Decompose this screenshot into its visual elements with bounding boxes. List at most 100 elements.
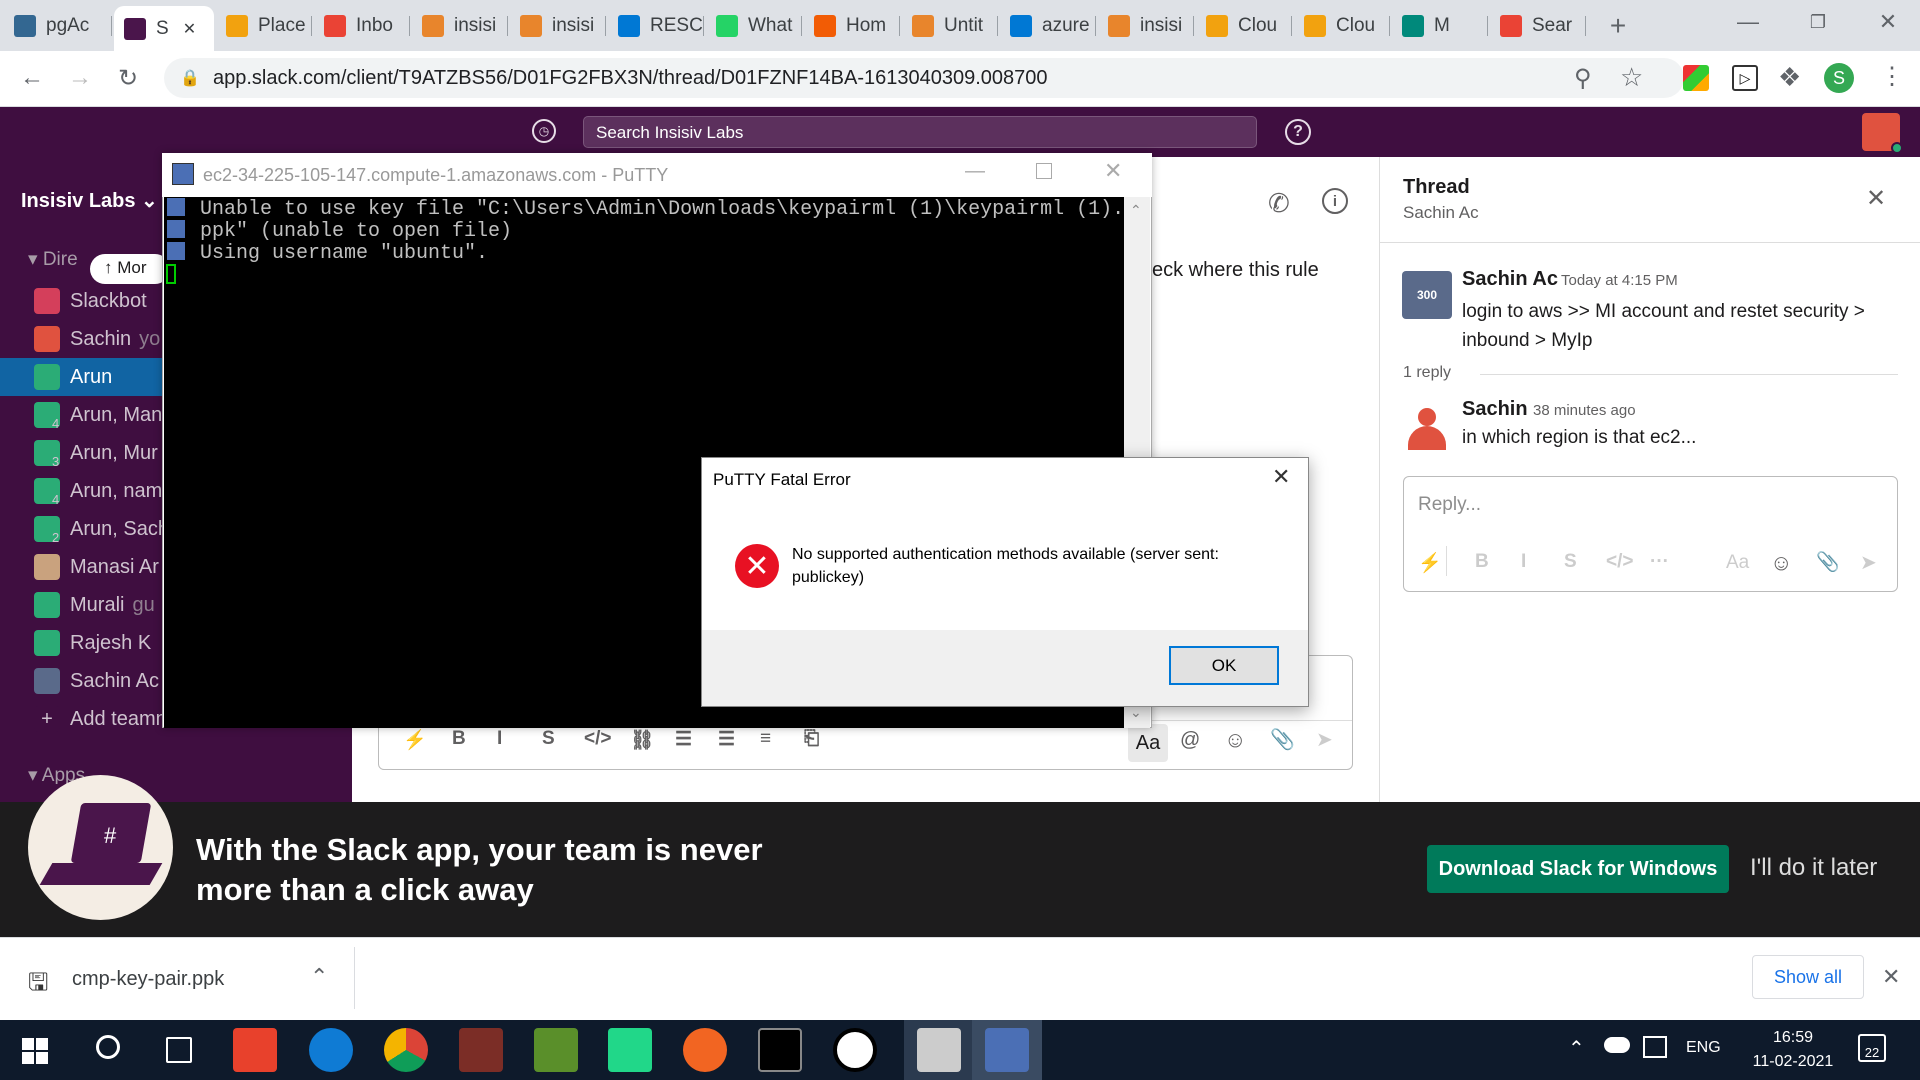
notification-center-icon[interactable]: 22 — [1858, 1034, 1886, 1062]
info-icon[interactable]: i — [1322, 188, 1348, 214]
tab-9[interactable]: Hom — [804, 6, 900, 46]
tab-12[interactable]: insisi — [1098, 6, 1194, 46]
tab-5[interactable]: insisi — [412, 6, 508, 46]
reply-bold-icon[interactable]: B — [1475, 551, 1489, 573]
network-icon[interactable] — [1643, 1036, 1667, 1058]
winrar-icon[interactable] — [459, 1028, 503, 1072]
putty-minimize-button[interactable]: — — [965, 160, 985, 183]
ok-button[interactable]: OK — [1169, 646, 1279, 685]
extension-play-icon[interactable]: ▷ — [1732, 65, 1758, 91]
tab-14[interactable]: Clou — [1294, 6, 1390, 46]
reply-strikethrough-icon[interactable]: S — [1564, 551, 1577, 573]
back-icon[interactable]: ← — [16, 62, 48, 94]
new-tab-button[interactable]: + — [1600, 10, 1636, 42]
close-thread-icon[interactable]: ✕ — [1866, 184, 1886, 213]
reply-italic-icon[interactable]: I — [1521, 551, 1526, 573]
extensions-puzzle-icon[interactable]: ❖ — [1778, 62, 1801, 93]
close-tab-icon[interactable]: ✕ — [183, 19, 196, 39]
reply-shortcuts-icon[interactable]: ⚡ — [1418, 551, 1442, 575]
tab-10[interactable]: Untit — [902, 6, 998, 46]
tab-11[interactable]: azure — [1000, 6, 1096, 46]
formatting-toggle-button[interactable]: Aa — [1128, 724, 1168, 762]
forward-icon[interactable]: → — [64, 62, 96, 94]
putty-app-icon[interactable] — [172, 163, 194, 185]
dialog-close-button[interactable]: ✕ — [1272, 464, 1290, 490]
download-filename[interactable]: cmp-key-pair.ppk — [72, 968, 224, 991]
putty-taskbar-icon[interactable] — [985, 1028, 1029, 1072]
italic-icon[interactable]: I — [497, 728, 502, 750]
tab-7[interactable]: RESC — [608, 6, 704, 46]
code-block-icon[interactable]: ⎗ — [804, 728, 819, 750]
dismiss-banner-button[interactable]: I'll do it later — [1750, 854, 1877, 882]
profile-avatar[interactable]: S — [1824, 63, 1854, 93]
history-clock-icon[interactable]: ◷ — [532, 119, 556, 143]
bulleted-list-icon[interactable]: ☰ — [718, 728, 735, 751]
tab-6[interactable]: insisi — [510, 6, 606, 46]
putty-close-button[interactable]: ✕ — [1104, 158, 1122, 184]
bold-icon[interactable]: B — [452, 728, 466, 750]
help-icon[interactable]: ? — [1285, 119, 1311, 145]
notepad-plus-icon[interactable] — [534, 1028, 578, 1072]
bookmark-star-icon[interactable]: ☆ — [1620, 62, 1643, 93]
reply-formatting-button[interactable]: Aa — [1726, 552, 1749, 574]
tab-16[interactable]: Sear — [1490, 6, 1586, 46]
close-download-shelf-icon[interactable]: ✕ — [1882, 964, 1900, 990]
section-direct-messages[interactable]: ▾ Dire — [28, 248, 78, 271]
edge-icon[interactable] — [309, 1028, 353, 1072]
menu-kebab-icon[interactable]: ⋮ — [1880, 62, 1904, 91]
message-time[interactable]: Today at 4:15 PM — [1561, 272, 1678, 289]
download-chevron-up-icon[interactable]: ⌃ — [310, 964, 328, 990]
emoji-icon[interactable]: ☺ — [1224, 727, 1246, 753]
tab-8[interactable]: What — [706, 6, 802, 46]
tab-2[interactable]: S ✕ — [114, 6, 214, 51]
onedrive-cloud-icon[interactable] — [1604, 1037, 1630, 1053]
reply-attach-icon[interactable]: 📎 — [1816, 550, 1840, 574]
reload-icon[interactable]: ↻ — [112, 62, 144, 94]
clapper-app-icon[interactable] — [917, 1028, 961, 1072]
scroll-up-arrow-icon[interactable]: ⌃ — [1130, 202, 1142, 219]
more-unreads-button[interactable]: ↑ Mor — [90, 254, 170, 284]
tab-3[interactable]: Place — [216, 6, 312, 46]
send-icon[interactable]: ➤ — [1316, 727, 1333, 752]
mention-icon[interactable]: @ — [1180, 729, 1200, 752]
reply-send-icon[interactable]: ➤ — [1860, 550, 1877, 575]
putty-maximize-button[interactable] — [1036, 163, 1052, 179]
avatar-logo-icon[interactable]: 300 — [1402, 271, 1452, 319]
attach-paperclip-icon[interactable]: 📎 — [1270, 727, 1295, 752]
message-time[interactable]: 38 minutes ago — [1533, 402, 1636, 419]
reply-input[interactable]: Reply... — [1418, 494, 1481, 516]
strikethrough-icon[interactable]: S — [542, 728, 555, 750]
url-text[interactable]: app.slack.com/client/T9ATZBS56/D01FG2FBX… — [213, 67, 1048, 90]
search-input[interactable]: Search Insisiv Labs — [583, 116, 1257, 148]
link-icon[interactable]: ⛓ — [630, 728, 654, 752]
zoom-icon[interactable]: ⚲ — [1574, 64, 1592, 93]
clock[interactable]: 16:59 11-02-2021 — [1738, 1026, 1848, 1074]
blockquote-icon[interactable]: ≡ — [760, 728, 771, 750]
tray-chevron-icon[interactable]: ⌃ — [1568, 1036, 1585, 1061]
tab-4[interactable]: Inbo — [314, 6, 410, 46]
anydesk-icon[interactable] — [233, 1028, 277, 1072]
close-window-button[interactable]: ✕ — [1853, 0, 1920, 44]
minimize-button[interactable]: — — [1713, 0, 1783, 44]
download-slack-button[interactable]: Download Slack for Windows — [1427, 845, 1729, 893]
reply-emoji-icon[interactable]: ☺ — [1770, 550, 1792, 576]
call-phone-icon[interactable]: ✆ — [1268, 188, 1290, 219]
avatar-icon[interactable] — [1402, 402, 1452, 450]
restore-button[interactable]: ❐ — [1783, 0, 1853, 44]
terminal-icon[interactable] — [758, 1028, 802, 1072]
ordered-list-icon[interactable]: ☰ — [675, 728, 692, 751]
workspace-name[interactable]: Insisiv Labs ⌄ — [21, 188, 158, 213]
code-icon[interactable]: </> — [584, 728, 611, 750]
message-author[interactable]: Sachin Ac — [1462, 268, 1558, 291]
extension-colorful-icon[interactable] — [1683, 65, 1709, 91]
show-all-downloads-button[interactable]: Show all — [1752, 955, 1864, 999]
shortcuts-lightning-icon[interactable]: ⚡ — [403, 728, 427, 752]
tab-1[interactable]: pgAc — [4, 6, 112, 46]
reply-more-icon[interactable]: ··· — [1650, 551, 1669, 573]
message-author[interactable]: Sachin — [1462, 398, 1528, 421]
search-icon[interactable] — [96, 1035, 120, 1059]
tab-13[interactable]: Clou — [1196, 6, 1292, 46]
pycharm-icon[interactable] — [608, 1028, 652, 1072]
chrome-icon[interactable] — [384, 1028, 428, 1072]
recorder-icon[interactable] — [833, 1028, 877, 1072]
